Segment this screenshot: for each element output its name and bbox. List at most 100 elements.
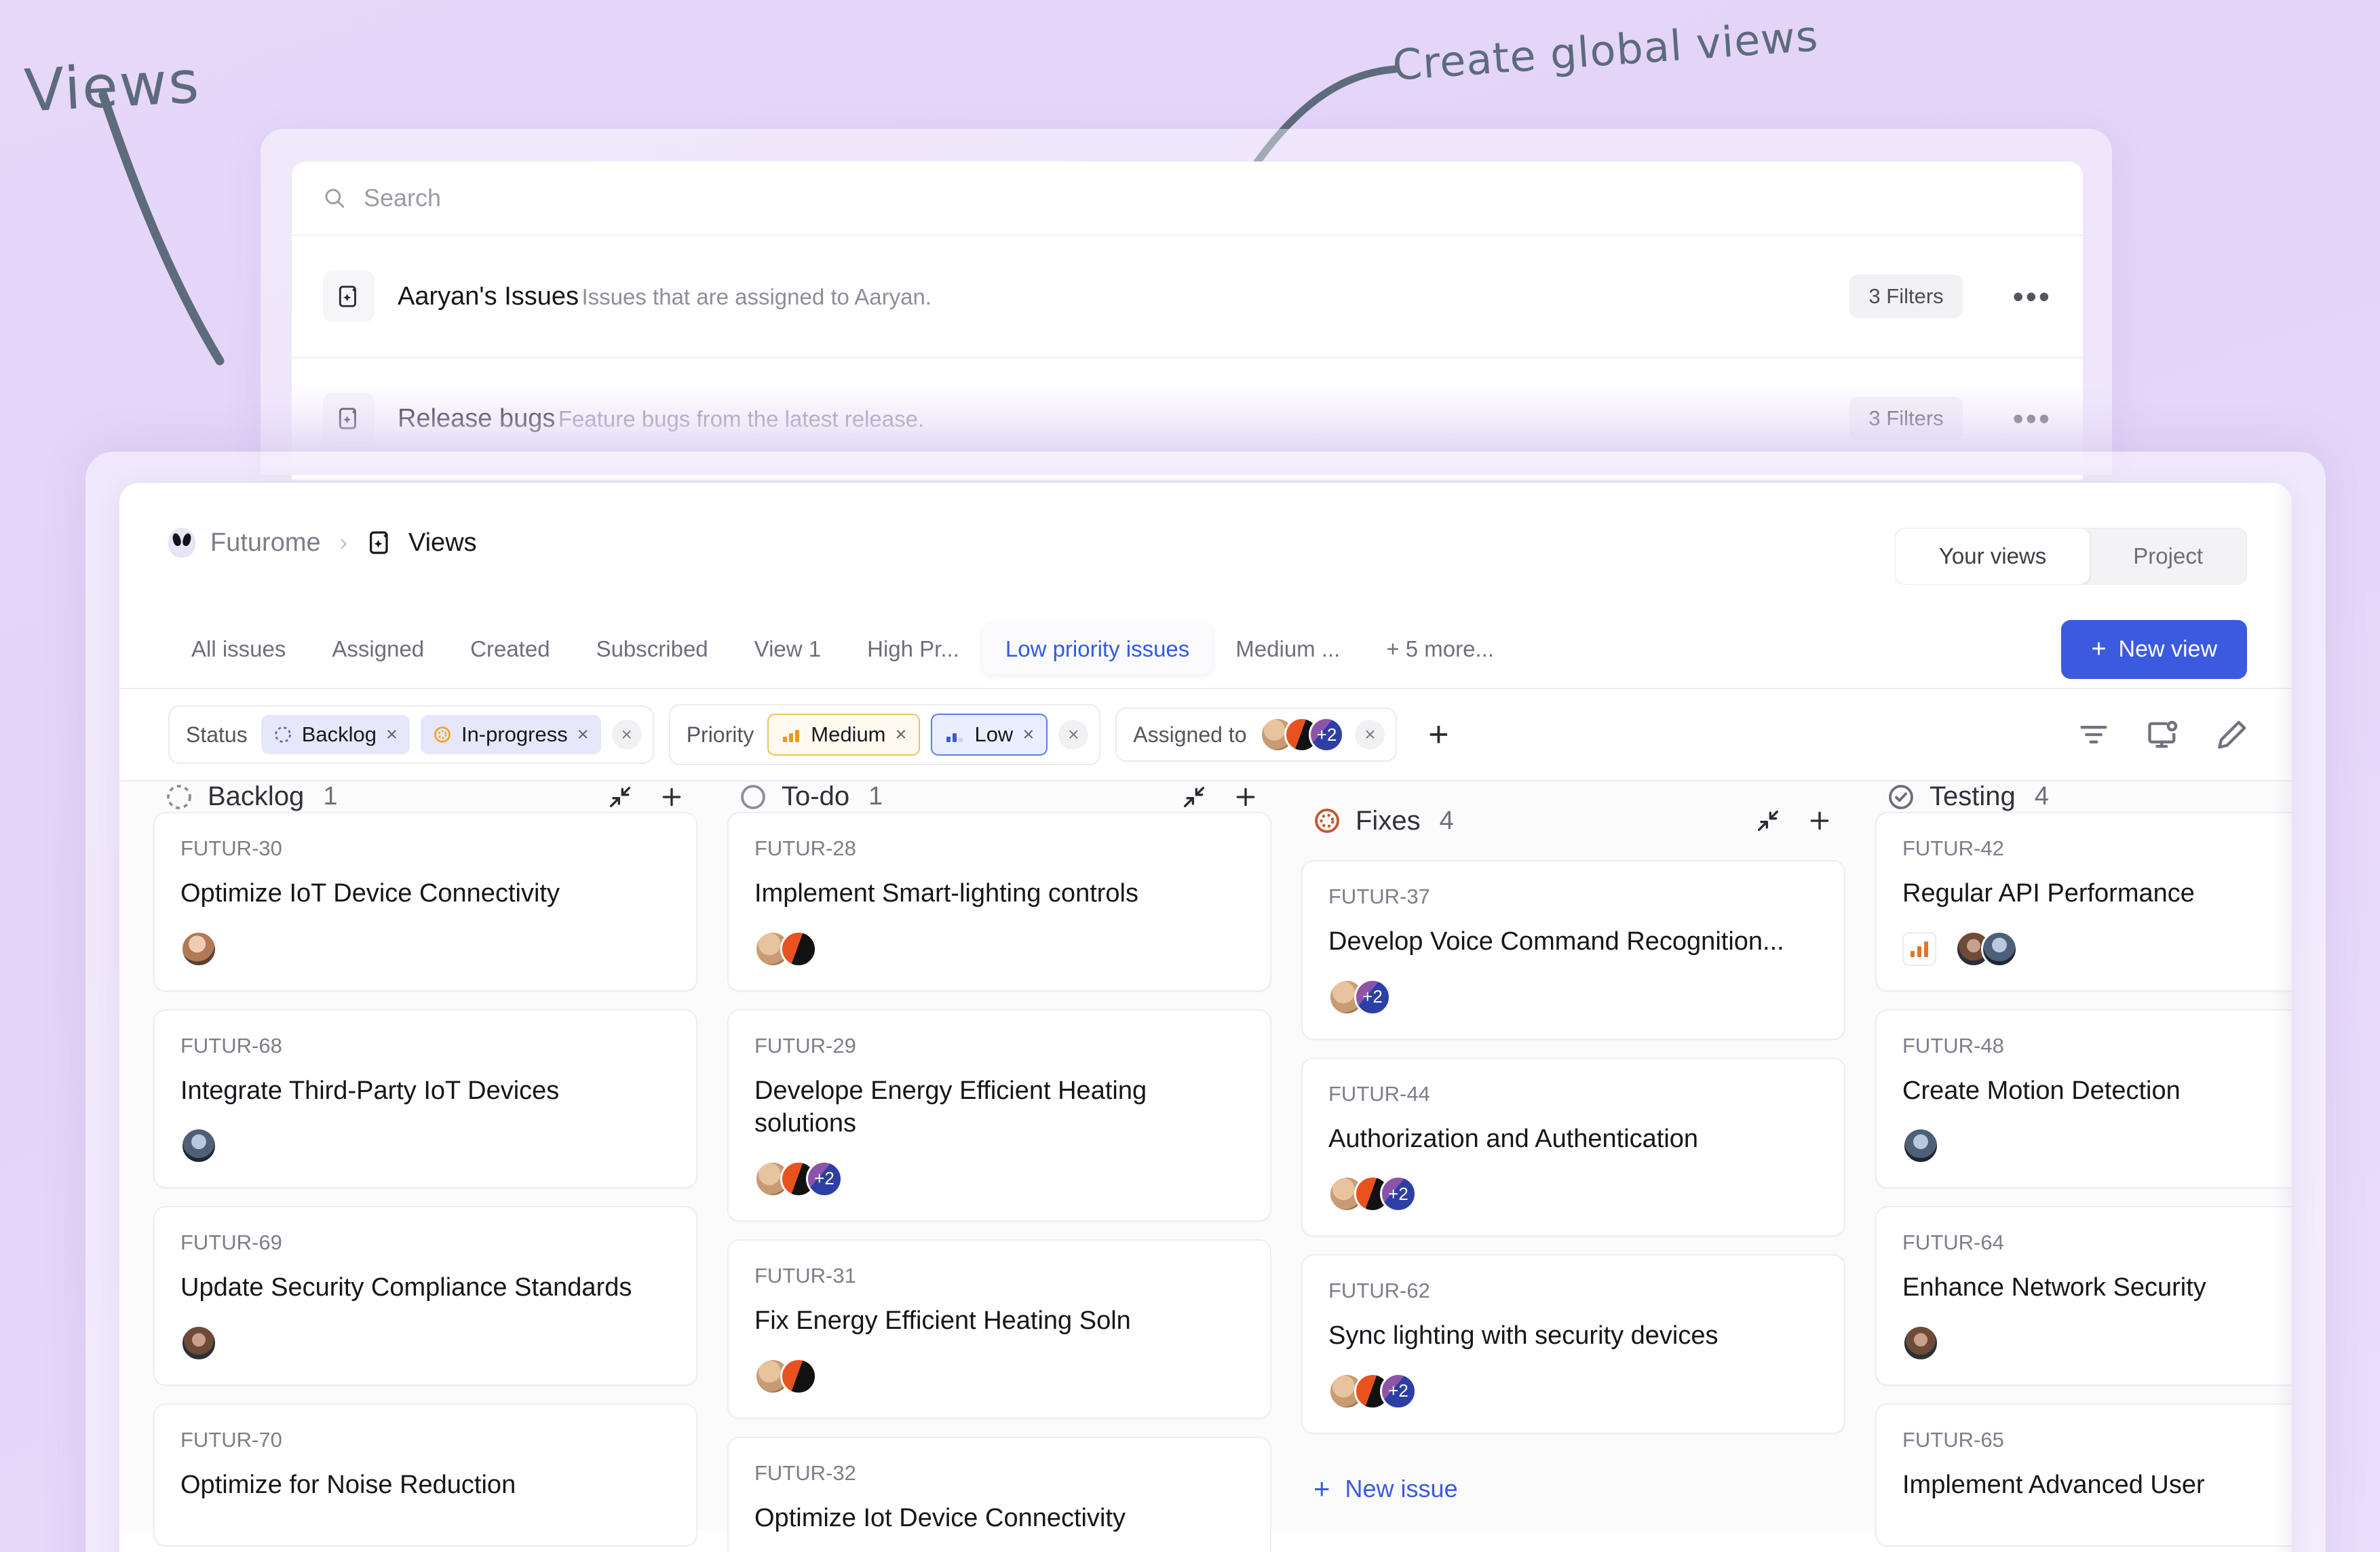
issue-card[interactable]: FUTUR-29 Develope Energy Efficient Heati… xyxy=(727,1009,1271,1222)
avatar xyxy=(180,1324,217,1361)
issue-avatars[interactable] xyxy=(180,930,217,967)
tab-assigned[interactable]: Assigned xyxy=(309,624,447,674)
filter-chip-medium[interactable]: Medium × xyxy=(767,714,921,756)
add-filter-button[interactable]: + xyxy=(1419,715,1458,754)
priority-bars-icon xyxy=(781,724,801,745)
tab-subscribed[interactable]: Subscribed xyxy=(573,624,731,674)
display-settings-icon[interactable] xyxy=(2145,717,2181,752)
tab-all-issues[interactable]: All issues xyxy=(168,624,309,674)
background-search-bar[interactable]: Search xyxy=(292,161,2083,236)
issue-card[interactable]: FUTUR-62 Sync lighting with security dev… xyxy=(1301,1254,1845,1434)
remove-chip-icon[interactable]: × xyxy=(577,724,589,746)
issue-card[interactable]: FUTUR-69 Update Security Compliance Stan… xyxy=(153,1206,697,1386)
issue-id: FUTUR-44 xyxy=(1328,1081,1430,1106)
issue-card[interactable]: FUTUR-68 Integrate Third-Party IoT Devic… xyxy=(153,1009,697,1189)
issue-avatars[interactable] xyxy=(1902,1127,1939,1165)
remove-chip-icon[interactable]: × xyxy=(896,724,907,746)
issue-id: FUTUR-30 xyxy=(180,836,282,860)
overflow-menu-icon[interactable]: ••• xyxy=(2013,281,2052,312)
toggle-project[interactable]: Project xyxy=(2090,528,2246,584)
filter-group-status[interactable]: Status Backlog × In-progress × × xyxy=(168,705,654,764)
filter-chip-low[interactable]: Low × xyxy=(931,714,1048,756)
column-count: 1 xyxy=(868,782,883,811)
tab-low-priority-issues[interactable]: Low priority issues xyxy=(982,624,1213,674)
issue-card[interactable]: FUTUR-44 Authorization and Authenticatio… xyxy=(1301,1057,1845,1237)
issue-card[interactable]: FUTUR-37 Develop Voice Command Recogniti… xyxy=(1301,860,1845,1040)
global-view-row[interactable]: Aaryan's Issues Issues that are assigned… xyxy=(292,236,2083,358)
new-issue-button[interactable]: + New issue xyxy=(1301,1452,1845,1503)
filter-group-priority[interactable]: Priority Medium × Low × × xyxy=(668,704,1101,765)
tab-created[interactable]: Created xyxy=(447,624,573,674)
issue-avatars[interactable] xyxy=(1902,1324,1939,1361)
issue-id: FUTUR-69 xyxy=(180,1230,282,1255)
issue-card[interactable]: FUTUR-70 Optimize for Noise Reduction xyxy=(153,1403,697,1547)
issue-title: Create Motion Detection xyxy=(1902,1076,2181,1105)
issue-title: Authorization and Authentication xyxy=(1328,1124,1699,1153)
plus-icon[interactable] xyxy=(1232,783,1259,811)
issue-avatars[interactable]: +2 xyxy=(1328,1372,1417,1410)
tab-view-1[interactable]: View 1 xyxy=(731,624,844,674)
assigned-avatars[interactable]: +2 xyxy=(1260,717,1345,752)
column-cards: FUTUR-42 Regular API Performance FUTUR-4… xyxy=(1875,812,2292,1547)
issue-avatars[interactable]: +2 xyxy=(754,1160,843,1197)
views-annotation-arrow xyxy=(98,90,225,366)
global-view-row-text: Aaryan's Issues Issues that are assigned… xyxy=(398,282,1826,311)
collapse-arrows-icon[interactable] xyxy=(1754,807,1782,834)
priority-bars-icon[interactable] xyxy=(1902,931,1936,966)
issue-card[interactable]: FUTUR-32 Optimize Iot Device Connectivit… xyxy=(727,1436,1271,1552)
plus-icon[interactable] xyxy=(1806,807,1833,834)
view-scope-toggle[interactable]: Your views Project xyxy=(1894,528,2247,585)
fixes-dotted-circle-icon xyxy=(1315,809,1339,833)
collapse-arrows-icon[interactable] xyxy=(1181,783,1208,811)
issue-avatars[interactable] xyxy=(754,930,817,967)
issue-avatars[interactable]: +2 xyxy=(1328,978,1391,1015)
filter-chip-in-progress-label: In-progress xyxy=(461,722,568,746)
filter-chip-backlog[interactable]: Backlog × xyxy=(261,715,410,754)
plus-icon: + xyxy=(1313,1472,1330,1505)
avatar xyxy=(1902,1324,1939,1361)
issue-avatars[interactable] xyxy=(180,1127,217,1165)
plus-icon[interactable] xyxy=(658,783,685,811)
issue-card[interactable]: FUTUR-48 Create Motion Detection xyxy=(1875,1009,2292,1189)
issue-card[interactable]: FUTUR-30 Optimize IoT Device Connectivit… xyxy=(153,812,697,992)
tab-medium[interactable]: Medium ... xyxy=(1212,624,1363,674)
tab-high-priority[interactable]: High Pr... xyxy=(844,624,982,674)
filter-group-assigned-to[interactable]: Assigned to +2 × xyxy=(1115,707,1398,762)
issue-card[interactable]: FUTUR-42 Regular API Performance xyxy=(1875,812,2292,992)
clear-priority-filter-icon[interactable]: × xyxy=(1058,720,1089,750)
view-tabs: All issues Assigned Created Subscribed V… xyxy=(119,610,2292,689)
remove-chip-icon[interactable]: × xyxy=(1022,724,1034,746)
issue-card[interactable]: FUTUR-31 Fix Energy Efficient Heating So… xyxy=(727,1239,1271,1419)
issue-card[interactable]: FUTUR-28 Implement Smart-lighting contro… xyxy=(727,812,1271,992)
global-view-subtitle: Issues that are assigned to Aaryan. xyxy=(581,284,932,309)
filter-lines-icon[interactable] xyxy=(2076,717,2111,752)
issue-title: Develope Energy Efficient Heating soluti… xyxy=(754,1076,1147,1138)
issue-id: FUTUR-48 xyxy=(1902,1033,2004,1058)
column-header: Testing 4 xyxy=(1875,781,2292,812)
issue-avatars[interactable] xyxy=(180,1324,217,1361)
toggle-your-views[interactable]: Your views xyxy=(1895,528,2090,584)
filters-badge[interactable]: 3 Filters xyxy=(1849,275,1963,318)
breadcrumb-workspace[interactable]: Futurome xyxy=(210,528,321,558)
edit-pencil-icon[interactable] xyxy=(2214,717,2250,752)
column-header: Backlog 1 xyxy=(153,781,697,812)
board-column-todo: To-do 1 FUTUR-28 Implement Smart-lightin… xyxy=(712,781,1286,1552)
clear-assigned-filter-icon[interactable]: × xyxy=(1355,720,1385,750)
collapse-arrows-icon[interactable] xyxy=(607,783,634,811)
issue-avatars[interactable] xyxy=(754,1357,817,1395)
screenshot-root: Views Create global views Search Aaryan'… xyxy=(0,0,2380,1552)
global-view-title: Aaryan's Issues xyxy=(398,282,579,311)
tab-more[interactable]: + 5 more... xyxy=(1363,624,1517,674)
issue-avatars[interactable] xyxy=(1955,930,2018,967)
column-header: Fixes 4 xyxy=(1301,781,1845,860)
issue-card[interactable]: FUTUR-65 Implement Advanced User xyxy=(1875,1403,2292,1547)
clear-status-filter-icon[interactable]: × xyxy=(611,720,642,750)
issue-card[interactable]: FUTUR-64 Enhance Network Security xyxy=(1875,1206,2292,1386)
avatar xyxy=(1981,930,2018,967)
app-header: Futurome › Views Your views Project xyxy=(119,483,2292,610)
avatar-overflow-badge: +2 xyxy=(1354,978,1391,1015)
filter-chip-in-progress[interactable]: In-progress × xyxy=(420,715,601,754)
issue-avatars[interactable]: +2 xyxy=(1328,1176,1417,1213)
new-view-button[interactable]: + New view xyxy=(2061,619,2247,679)
remove-chip-icon[interactable]: × xyxy=(386,724,398,746)
